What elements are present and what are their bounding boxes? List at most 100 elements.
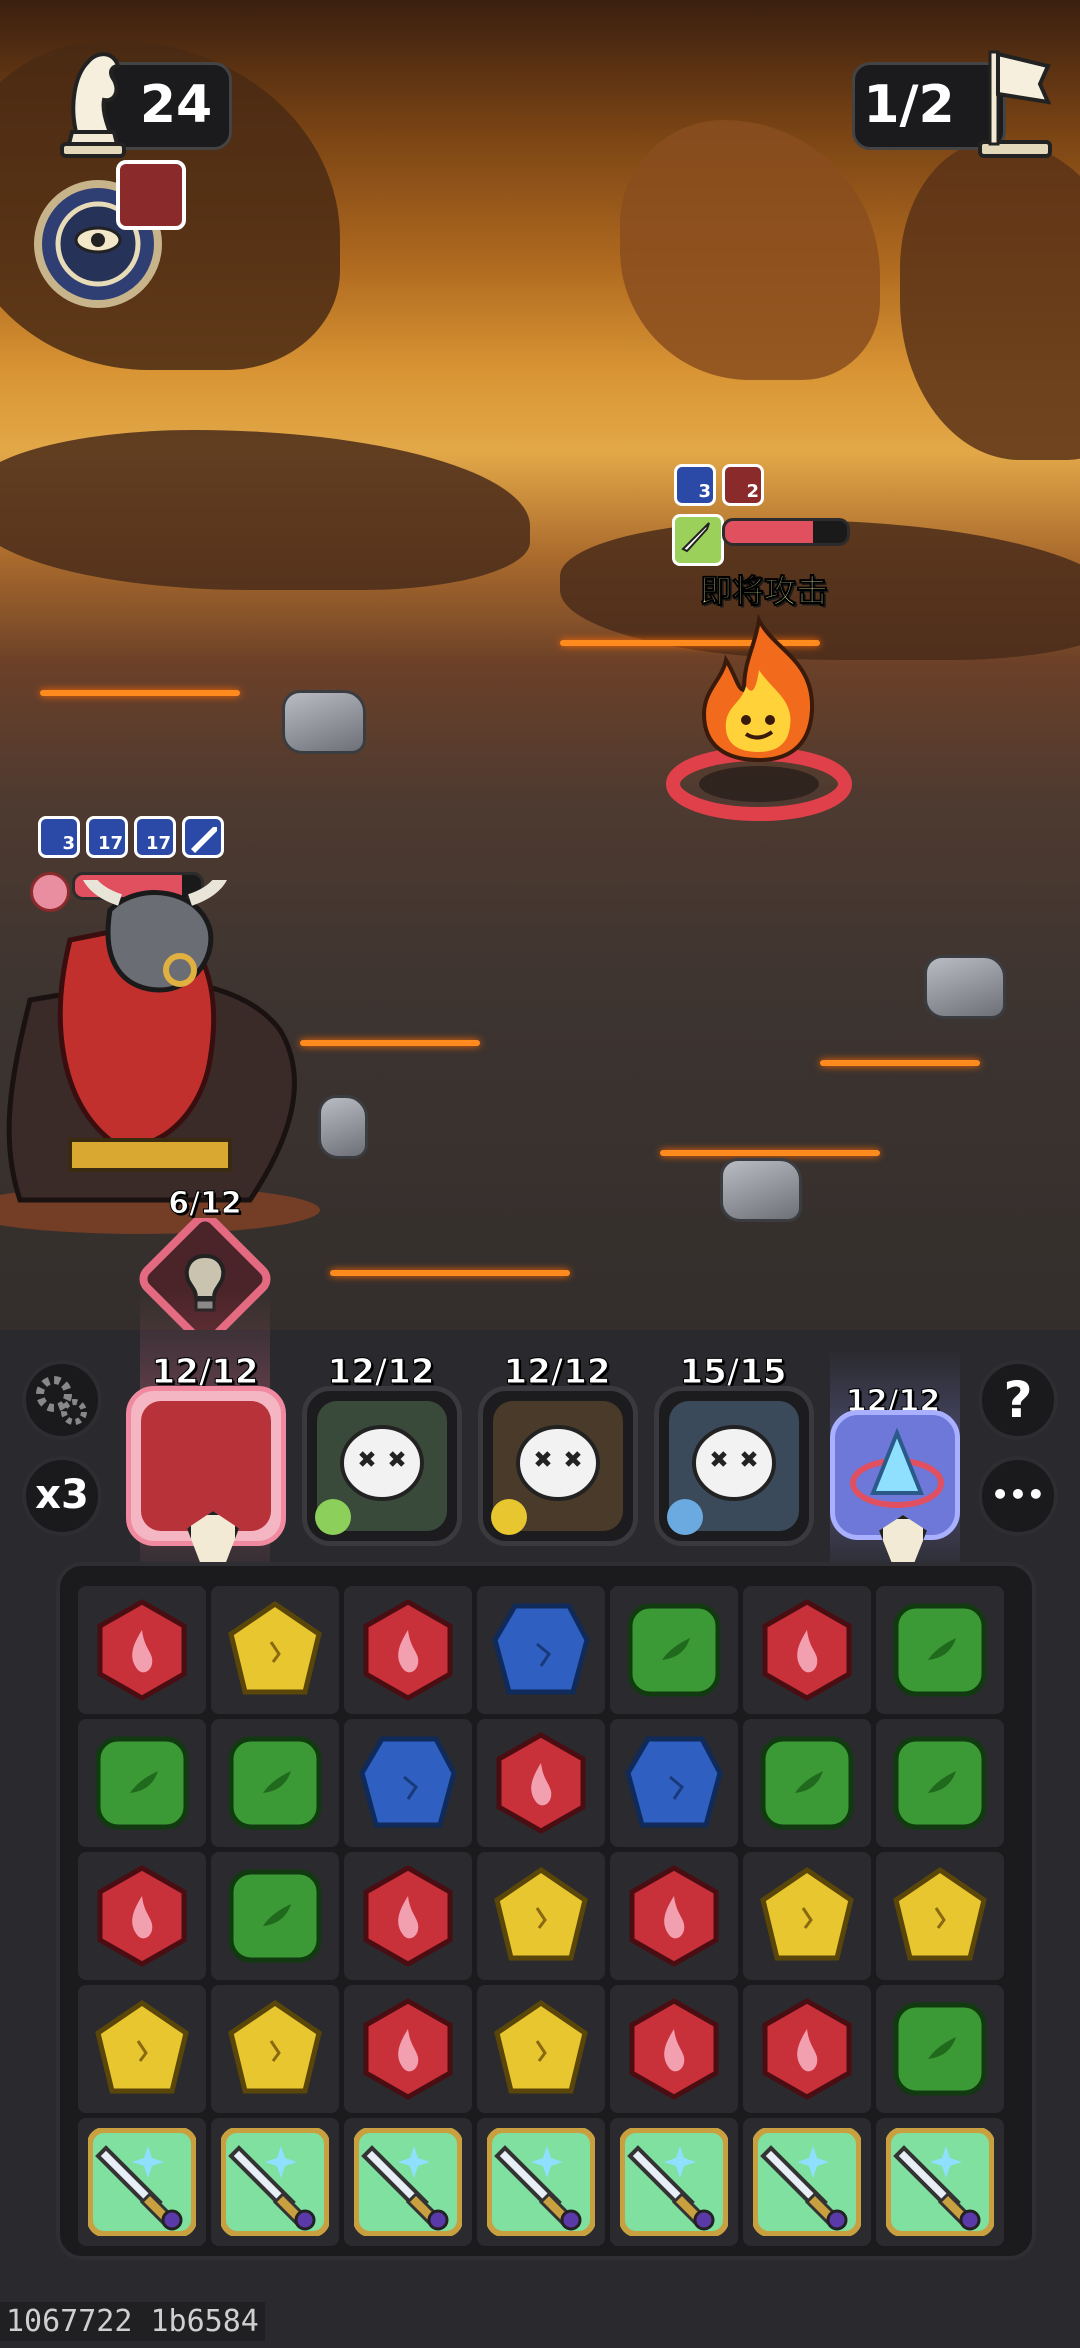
hero-slot-crystal[interactable]	[830, 1410, 960, 1567]
board-cell[interactable]	[477, 1852, 605, 1980]
enemy-speed-value: 3	[698, 481, 711, 502]
board-cell[interactable]	[344, 1719, 472, 1847]
red-gem-icon	[363, 1998, 453, 2100]
red-gem-icon	[762, 1599, 852, 1701]
fire-spirit-enemy[interactable]	[664, 610, 854, 826]
speed-button[interactable]: x3	[22, 1456, 102, 1536]
board-cell[interactable]	[876, 1586, 1004, 1714]
defeated-face-icon	[692, 1425, 776, 1501]
hero-slot-minotaur[interactable]	[126, 1386, 286, 1569]
board-cell[interactable]	[610, 2118, 738, 2246]
lava-crack	[820, 1060, 980, 1066]
board-cell[interactable]	[78, 1719, 206, 1847]
lava-crack	[40, 690, 240, 696]
match-board	[56, 1562, 1036, 2260]
blue-gem-icon	[359, 1736, 457, 1828]
red-gem-icon	[496, 1732, 586, 1834]
grey-rock	[282, 690, 366, 754]
green-gem-icon	[893, 2002, 987, 2096]
board-cell[interactable]	[211, 1985, 339, 2113]
yellow-gem-icon	[494, 1866, 588, 1961]
minotaur-portrait	[141, 1401, 271, 1531]
red-gem-icon	[629, 1865, 719, 1967]
defeated-face-icon	[516, 1425, 600, 1501]
sword-tile-icon	[88, 2128, 196, 2236]
cliff-right	[900, 140, 1080, 460]
build-id: 1067722 1b6584	[0, 2302, 265, 2341]
enemy-hp-fill	[725, 521, 813, 543]
board-cell[interactable]	[344, 2118, 472, 2246]
blue-gem-icon	[625, 1736, 723, 1828]
flag-icon	[978, 50, 1052, 158]
light-element-icon	[491, 1499, 527, 1535]
board-cell[interactable]	[743, 1586, 871, 1714]
hero-slot-ice[interactable]	[654, 1386, 814, 1546]
sword-tile-icon	[886, 2128, 994, 2236]
green-gem-icon	[95, 1736, 189, 1830]
board-cell[interactable]	[743, 1719, 871, 1847]
player-shield-buff: 17	[134, 816, 176, 858]
board-cell[interactable]	[610, 1719, 738, 1847]
board-cell[interactable]	[610, 1985, 738, 2113]
settings-button[interactable]	[22, 1360, 102, 1440]
red-gem-icon	[629, 1998, 719, 2100]
defeated-face-icon	[340, 1425, 424, 1501]
board-cell[interactable]	[344, 1852, 472, 1980]
crystal-icon	[850, 1427, 944, 1508]
hero-slot-forest[interactable]	[302, 1386, 462, 1546]
nature-element-icon	[315, 1499, 351, 1535]
board-cell[interactable]	[477, 1719, 605, 1847]
sword-tile-icon	[620, 2128, 728, 2236]
board-cell[interactable]	[211, 1852, 339, 1980]
board-cell[interactable]	[78, 2118, 206, 2246]
player-power-buff: 17	[86, 816, 128, 858]
board-cell[interactable]	[876, 1852, 1004, 1980]
board-cell[interactable]	[876, 2118, 1004, 2246]
board-cell[interactable]	[743, 1985, 871, 2113]
board-cell[interactable]	[876, 1985, 1004, 2113]
board-cell[interactable]	[477, 2118, 605, 2246]
red-gem-icon	[363, 1599, 453, 1701]
help-button[interactable]: ?	[978, 1360, 1058, 1440]
enemy-rage-value: 2	[746, 481, 759, 502]
green-gem-icon	[228, 1736, 322, 1830]
more-button[interactable]: •••	[978, 1456, 1058, 1536]
skill-charge-label: 6/12	[168, 1186, 243, 1222]
board-cell[interactable]	[344, 1985, 472, 2113]
board-cell[interactable]	[211, 1586, 339, 1714]
leader-portrait	[116, 160, 186, 230]
board-cell[interactable]	[211, 2118, 339, 2246]
blue-gem-icon	[492, 1603, 590, 1695]
board-cell[interactable]	[211, 1719, 339, 1847]
gear-icon	[36, 1376, 87, 1425]
lava-crack	[330, 1270, 570, 1276]
enemy-hp-bar	[722, 518, 850, 546]
sword-tile-icon	[221, 2128, 329, 2236]
board-cell[interactable]	[78, 1985, 206, 2113]
board-cell[interactable]	[78, 1852, 206, 1980]
rock-ridge-left	[0, 430, 530, 590]
red-gem-icon	[762, 1998, 852, 2100]
board-cell[interactable]	[743, 2118, 871, 2246]
board-cell[interactable]	[344, 1586, 472, 1714]
player-dodge-value: 3	[62, 833, 75, 854]
enemy-speed-buff: 3	[674, 464, 716, 506]
board-cell[interactable]	[743, 1852, 871, 1980]
board-cell[interactable]	[477, 1586, 605, 1714]
board-cell[interactable]	[876, 1719, 1004, 1847]
board-cell[interactable]	[610, 1852, 738, 1980]
board-cell[interactable]	[477, 1985, 605, 2113]
yellow-gem-icon	[95, 1999, 189, 2094]
yellow-gem-icon	[228, 1600, 322, 1695]
player-shield-value: 17	[145, 833, 171, 854]
hero-slot-ranger[interactable]	[478, 1386, 638, 1546]
battle-scene: 24 1/2 3 2 即将攻击 3 17 17 6/12	[0, 0, 1080, 1330]
yellow-gem-icon	[893, 1866, 987, 1961]
sword-tile-icon	[487, 2128, 595, 2236]
sword-tile-icon	[753, 2128, 861, 2236]
enemy-intent-label: 即将攻击	[699, 572, 829, 611]
red-gem-icon	[97, 1599, 187, 1701]
board-cell[interactable]	[78, 1586, 206, 1714]
green-gem-icon	[627, 1603, 721, 1697]
board-cell[interactable]	[610, 1586, 738, 1714]
